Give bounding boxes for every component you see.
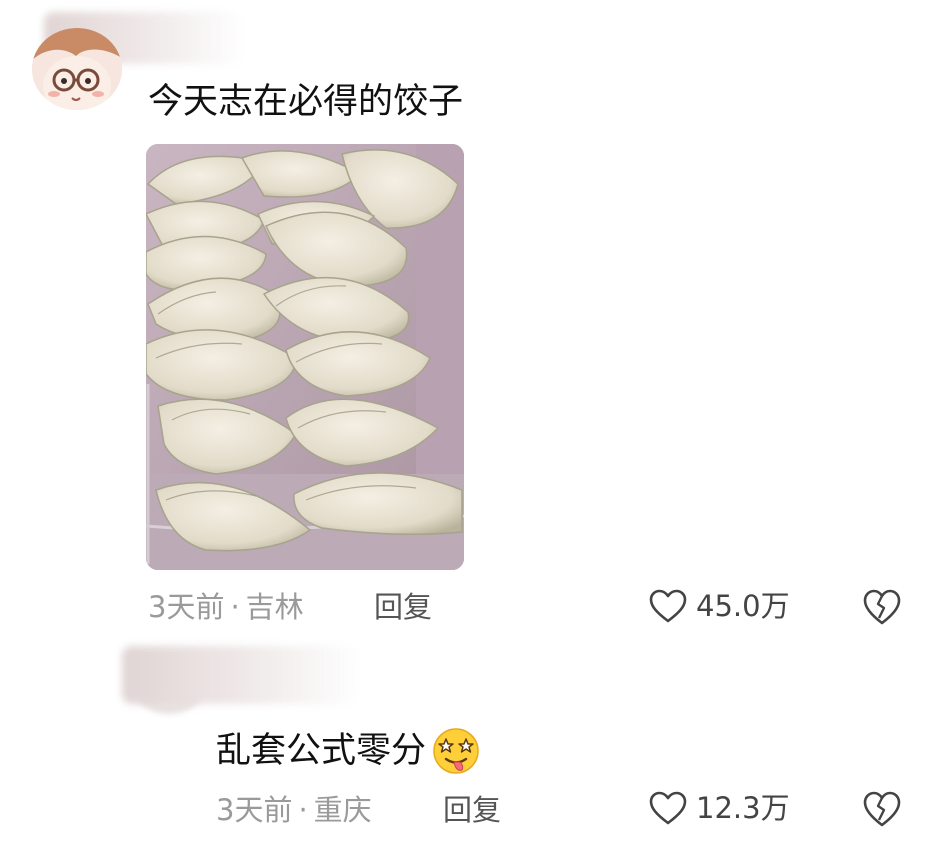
reply-button[interactable]: 回复 [374,589,432,625]
like-button[interactable]: 45.0万 [648,588,790,624]
comment-text: 今天志在必得的饺子 [148,82,464,122]
meta-separator: · [230,590,240,624]
comment-time: 3天前 [148,590,225,624]
broken-heart-icon [863,589,901,625]
broken-heart-icon [863,791,901,827]
comment-meta: 3天前 · 吉林 [148,589,304,625]
comment-item: 今天志在必得的饺子 3天前 · 吉林 回复 45.0万 [0,0,938,640]
drooling-face-emoji [433,728,479,774]
comment-item: 乱套公式零分 3天前 · 重庆 回复 12.3万 [0,640,938,844]
comment-location: 吉林 [245,590,304,624]
comment-meta: 3天前 · 重庆 [216,792,372,828]
meta-separator: · [298,793,308,827]
comment-image-dumplings[interactable] [146,144,464,570]
avatar[interactable] [32,28,122,110]
like-count: 12.3万 [696,791,790,825]
comment-text-row: 乱套公式零分 [216,726,482,776]
like-button[interactable]: 12.3万 [648,790,790,826]
heart-outline-icon [649,589,687,623]
dislike-button[interactable] [862,790,902,828]
heart-outline-icon [649,791,687,825]
dislike-button[interactable] [862,588,902,626]
comment-text: 乱套公式零分 [216,731,427,771]
username-blurred [122,646,362,704]
reply-button[interactable]: 回复 [443,792,501,828]
comment-time: 3天前 [216,793,293,827]
like-count: 45.0万 [696,589,790,623]
comment-location: 重庆 [313,793,372,827]
